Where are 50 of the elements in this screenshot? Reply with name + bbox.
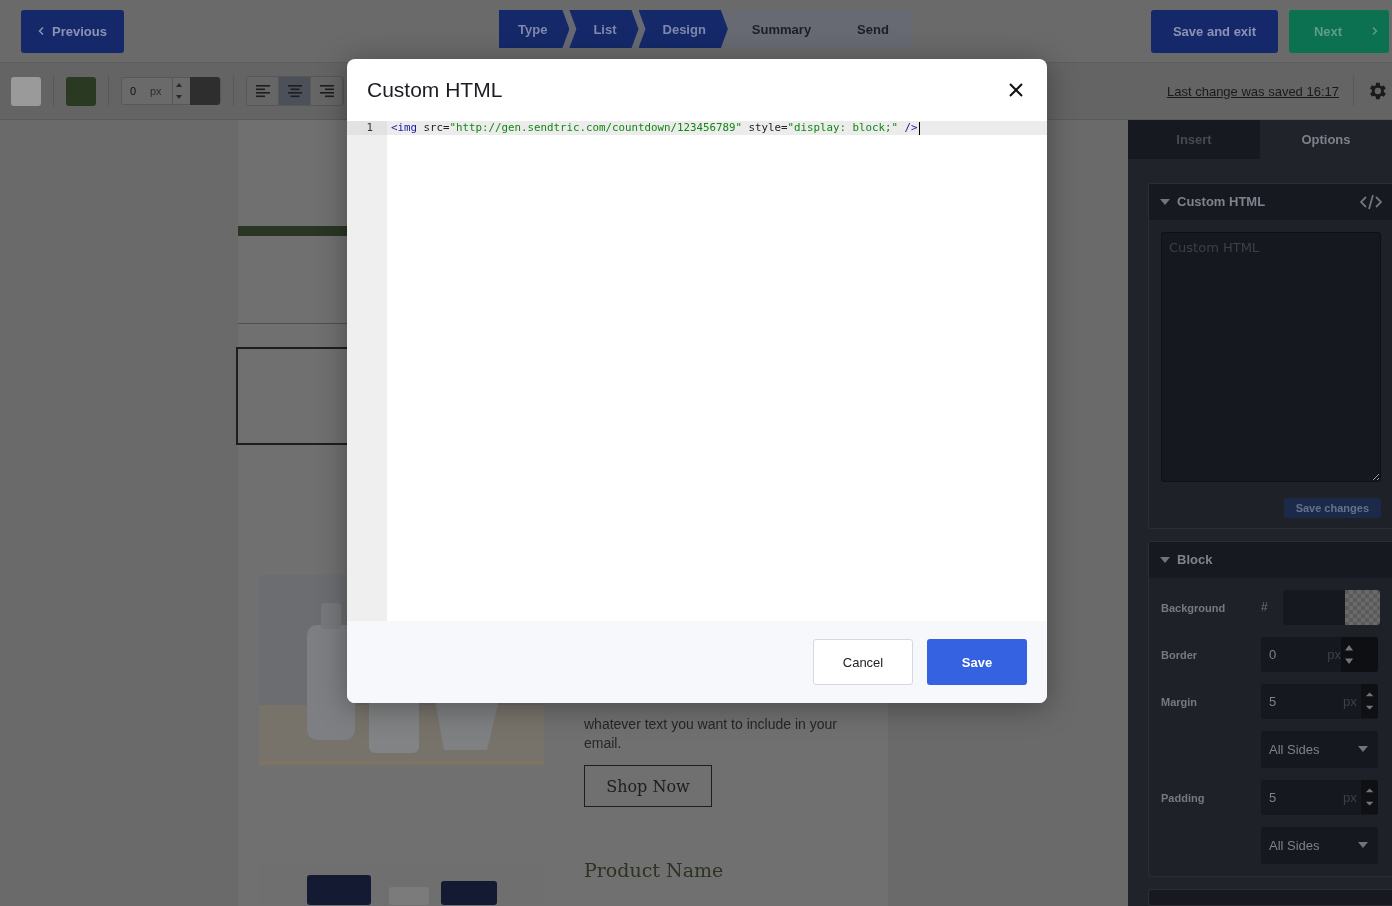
spinner-icon[interactable] bbox=[172, 78, 185, 104]
spinner-icon[interactable] bbox=[1360, 683, 1378, 719]
panel-title: Custom HTML bbox=[1177, 194, 1266, 210]
border-width-field[interactable]: 0 px bbox=[121, 77, 221, 105]
field-label: Background bbox=[1161, 601, 1227, 614]
dialog-title: Custom HTML bbox=[367, 78, 503, 102]
field-label: Margin bbox=[1161, 695, 1199, 708]
code-icon bbox=[1360, 193, 1382, 210]
save-changes-button[interactable]: Save changes bbox=[1283, 497, 1381, 518]
field-label: Padding bbox=[1161, 791, 1206, 804]
close-icon[interactable] bbox=[1009, 83, 1023, 97]
step-tab[interactable]: List bbox=[569, 10, 639, 48]
color-swatch[interactable] bbox=[66, 76, 96, 106]
paragraph-text: whatever text you want to include in your email. bbox=[584, 715, 838, 753]
hash-label: # bbox=[1261, 599, 1269, 614]
spinner-icon[interactable] bbox=[1360, 779, 1378, 815]
last-saved-link[interactable]: Last change was saved 16:17 bbox=[1167, 83, 1339, 99]
align-left-button[interactable] bbox=[247, 77, 279, 105]
caret-icon[interactable] bbox=[1160, 197, 1170, 206]
product-name: Product Name bbox=[584, 859, 725, 881]
previous-button[interactable]: Previous bbox=[21, 9, 124, 53]
align-center-icon bbox=[286, 84, 303, 98]
color-swatch[interactable] bbox=[190, 77, 220, 105]
align-right-icon bbox=[318, 84, 335, 98]
panel-header[interactable]: Block bbox=[1149, 541, 1392, 578]
sides-dropdown[interactable]: All Sides bbox=[1261, 826, 1378, 864]
spinner-icon[interactable] bbox=[1341, 636, 1378, 672]
dropdown-arrow-icon bbox=[1358, 746, 1368, 753]
align-left-icon bbox=[254, 84, 271, 98]
step-tab[interactable]: Type bbox=[499, 10, 570, 48]
step-tab[interactable]: Design bbox=[638, 10, 728, 48]
dropdown-arrow-icon bbox=[1358, 842, 1368, 849]
panel-header[interactable]: Custom HTML bbox=[1149, 183, 1392, 220]
panel-title: Block bbox=[1177, 552, 1213, 568]
transparent-swatch bbox=[1345, 589, 1380, 625]
chevron-right-icon bbox=[1372, 27, 1379, 35]
align-center-button[interactable] bbox=[279, 77, 311, 105]
color-swatch[interactable] bbox=[11, 76, 41, 106]
save-and-exit-button[interactable]: Save and exit bbox=[1151, 9, 1278, 53]
code-line: <img src="http://gen.sendtric.com/countdown/123456789" style="display: block;" /> bbox=[391, 121, 918, 135]
shop-now-button[interactable]: Shop Now bbox=[584, 765, 712, 807]
save-button[interactable]: Save bbox=[927, 639, 1027, 685]
code-editor[interactable]: 1 <img src="http://gen.sendtric.com/countdown/123456789" style="display: block;" /> bbox=[347, 121, 1047, 621]
line-number: 1 bbox=[347, 121, 387, 135]
sides-dropdown[interactable]: All Sides bbox=[1261, 730, 1378, 768]
color-field[interactable] bbox=[1283, 589, 1380, 625]
caret-icon[interactable] bbox=[1160, 555, 1170, 564]
field-label: Border bbox=[1161, 648, 1199, 661]
chevron-left-icon bbox=[38, 27, 45, 35]
cancel-button[interactable]: Cancel bbox=[813, 639, 913, 685]
